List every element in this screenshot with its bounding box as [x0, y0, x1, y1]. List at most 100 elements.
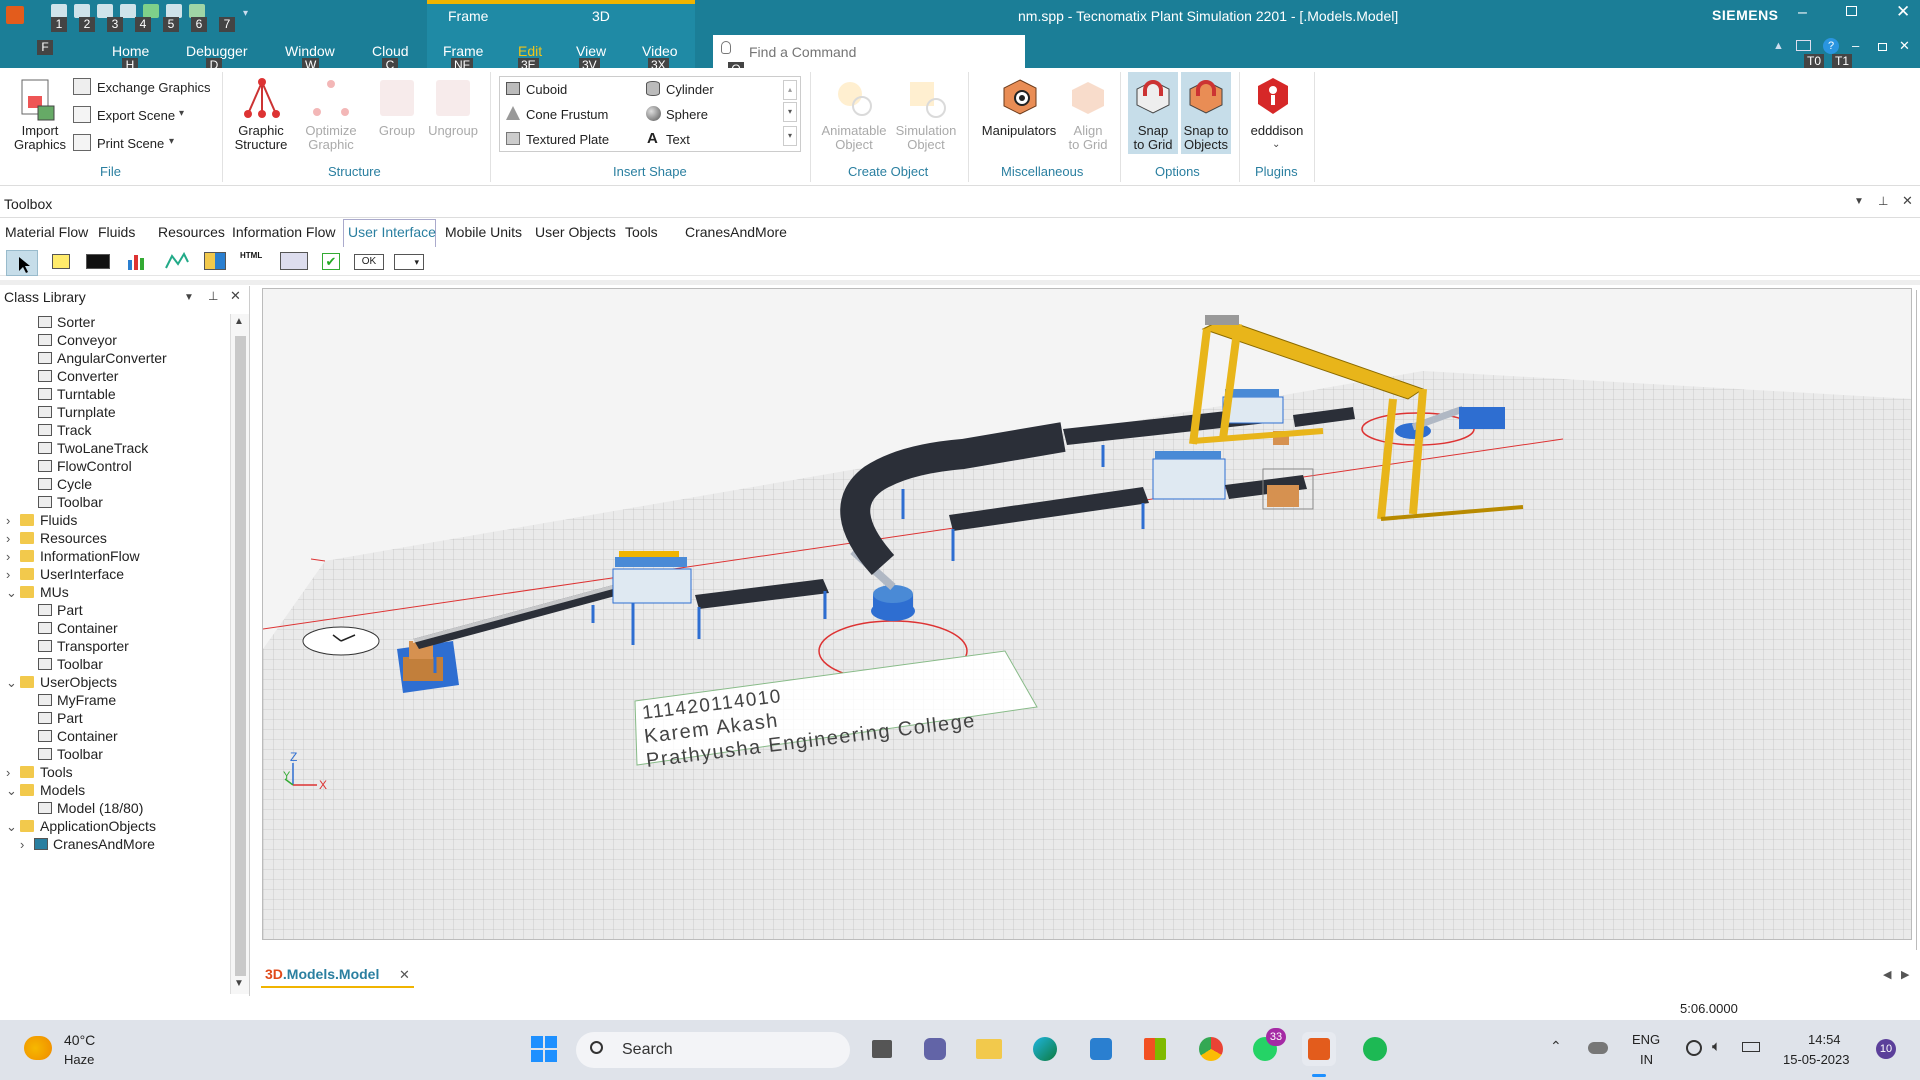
panel-close-icon[interactable]: ✕ — [230, 288, 241, 304]
monitor-icon[interactable] — [1796, 40, 1811, 51]
clock-object[interactable] — [302, 626, 380, 656]
ok-button-icon[interactable]: OK — [354, 254, 384, 270]
store-icon[interactable] — [1138, 1032, 1172, 1066]
collapsed-chevron-icon[interactable]: › — [6, 765, 20, 780]
sphere-button[interactable]: Sphere — [666, 108, 708, 122]
plant-simulation-taskbar-icon[interactable] — [1302, 1032, 1336, 1066]
chevron-down-icon[interactable]: ⌄ — [1272, 139, 1280, 150]
chevron-down-icon[interactable]: ▾ — [179, 108, 184, 119]
tree-item[interactable]: Container — [38, 620, 118, 636]
network-icon[interactable] — [1686, 1040, 1702, 1056]
volume-icon[interactable]: 🔈︎ — [1712, 1038, 1721, 1055]
align-to-grid-button[interactable]: Align to Grid — [1060, 124, 1116, 152]
group-button[interactable]: Group — [374, 124, 420, 138]
minimize-button[interactable]: – — [1798, 4, 1807, 22]
tab-cloud[interactable]: Cloud — [372, 43, 409, 59]
tab-frame[interactable]: Frame — [443, 43, 483, 59]
tab-scroll-left-icon[interactable]: ◀ — [1883, 968, 1891, 981]
expanded-chevron-icon[interactable]: ⌄ — [6, 819, 20, 835]
bottleneck-icon[interactable] — [204, 252, 226, 270]
tab-home[interactable]: Home — [112, 43, 149, 59]
ribbon-collapse-icon[interactable]: ▲ — [1773, 40, 1784, 52]
toolbox-close-icon[interactable]: ✕ — [1902, 193, 1913, 209]
ungroup-button[interactable]: Ungroup — [425, 124, 481, 138]
import-graphics-button[interactable]: Import Graphics — [10, 124, 70, 152]
html-report-icon[interactable]: HTML — [240, 251, 266, 271]
display-icon[interactable] — [86, 254, 110, 269]
tree-item[interactable]: Transporter — [38, 638, 129, 654]
tree-folder[interactable]: › UserInterface — [6, 566, 124, 582]
qat-customize-icon[interactable]: ▾ — [243, 8, 248, 19]
sankey-icon[interactable] — [164, 251, 190, 270]
tree-item[interactable]: MyFrame — [38, 692, 116, 708]
task-view-icon[interactable] — [864, 1032, 898, 1066]
edddison-button[interactable]: edddison — [1240, 124, 1314, 138]
simulation-object-button[interactable]: Simulation Object — [890, 124, 962, 152]
scroll-down-icon[interactable]: ▼ — [234, 978, 244, 989]
panel-menu-icon[interactable]: ▼ — [184, 292, 194, 303]
tree-item[interactable]: › CranesAndMore — [20, 836, 155, 852]
scene-canvas[interactable]: 111420114010 Karem Akash Prathyusha Engi… — [263, 289, 1912, 940]
graphic-structure-button[interactable]: Graphic Structure — [228, 124, 294, 152]
doc-tab-model[interactable]: 3D.Models.Model ✕ — [261, 966, 414, 988]
text-shape-button[interactable]: Text — [666, 133, 690, 147]
gallery-scroll-up-icon[interactable]: ▴ — [783, 80, 797, 100]
exchange-graphics-button[interactable]: Exchange Graphics — [97, 81, 210, 95]
toolbox-menu-icon[interactable]: ▼ — [1854, 196, 1864, 207]
3d-viewport[interactable]: 111420114010 Karem Akash Prathyusha Engi… — [262, 288, 1912, 940]
tab-scroll-right-icon[interactable]: ▶ — [1901, 968, 1909, 981]
tree-item[interactable]: AngularConverter — [38, 350, 167, 366]
outlook-icon[interactable] — [1084, 1032, 1118, 1066]
onedrive-icon[interactable] — [1588, 1042, 1608, 1054]
command-search[interactable] — [713, 35, 1025, 68]
tab-material-flow[interactable]: Material Flow — [5, 224, 88, 240]
tab-resources[interactable]: Resources — [158, 224, 225, 240]
cuboid-button[interactable]: Cuboid — [526, 83, 567, 97]
teams-chat-icon[interactable] — [918, 1032, 952, 1066]
manipulators-button[interactable]: Manipulators — [976, 124, 1062, 138]
cone-frustum-button[interactable]: Cone Frustum — [526, 108, 608, 122]
checkbox-icon[interactable]: ✔ — [322, 253, 340, 270]
weather-icon[interactable] — [24, 1036, 52, 1060]
tree-item[interactable]: Part — [38, 710, 83, 726]
tree-item[interactable]: Turntable — [38, 386, 116, 402]
collapsed-chevron-icon[interactable]: › — [6, 549, 20, 564]
tab-cranes-and-more[interactable]: CranesAndMore — [685, 224, 787, 240]
gallery-more-icon[interactable]: ▾ — [783, 126, 797, 146]
comment-icon[interactable] — [52, 254, 70, 269]
tree-item[interactable]: Sorter — [38, 314, 95, 330]
help-icon[interactable]: ? — [1823, 38, 1839, 54]
tab-user-objects[interactable]: User Objects — [535, 224, 616, 240]
doc-close-button[interactable]: ✕ — [1899, 38, 1910, 54]
pin-icon[interactable]: ⊥ — [1878, 194, 1888, 208]
battery-icon[interactable] — [1742, 1042, 1760, 1052]
tree-item[interactable]: Model (18/80) — [38, 800, 143, 816]
tab-user-interface[interactable]: User Interface — [348, 224, 436, 240]
taskbar-search[interactable]: Search — [576, 1032, 850, 1068]
chevron-up-icon[interactable]: ⌃ — [1550, 1038, 1562, 1055]
gallery-scroll-down-icon[interactable]: ▾ — [783, 102, 797, 122]
close-button[interactable]: ✕ — [1896, 2, 1910, 22]
edge-icon[interactable] — [1028, 1032, 1062, 1066]
collapsed-chevron-icon[interactable]: › — [6, 531, 20, 546]
notification-badge[interactable]: 10 — [1876, 1039, 1896, 1059]
collapsed-chevron-icon[interactable]: › — [20, 837, 34, 852]
scroll-thumb[interactable] — [235, 336, 246, 976]
optimize-graphic-button[interactable]: Optimize Graphic — [298, 124, 364, 152]
tree-folder[interactable]: ⌄ MUs — [6, 584, 69, 601]
plant-simulation-icon[interactable] — [6, 6, 24, 24]
clock-time[interactable]: 14:54 — [1808, 1032, 1841, 1047]
tree-item[interactable]: Toolbar — [38, 656, 103, 672]
tree-folder[interactable]: ⌄ Models — [6, 782, 85, 799]
doc-minimize-button[interactable]: – — [1852, 38, 1859, 53]
tree-folder[interactable]: ⌄ ApplicationObjects — [6, 818, 156, 835]
tab-mobile-units[interactable]: Mobile Units — [445, 224, 522, 240]
textured-plate-button[interactable]: Textured Plate — [526, 133, 609, 147]
chevron-down-icon[interactable]: ▾ — [169, 136, 174, 147]
tree-scrollbar[interactable]: ▲ ▼ — [230, 314, 249, 994]
collapsed-chevron-icon[interactable]: › — [6, 513, 20, 528]
chart-icon[interactable] — [126, 252, 148, 270]
print-scene-button[interactable]: Print Scene — [97, 137, 164, 151]
cylinder-button[interactable]: Cylinder — [666, 83, 714, 97]
expanded-chevron-icon[interactable]: ⌄ — [6, 675, 20, 691]
